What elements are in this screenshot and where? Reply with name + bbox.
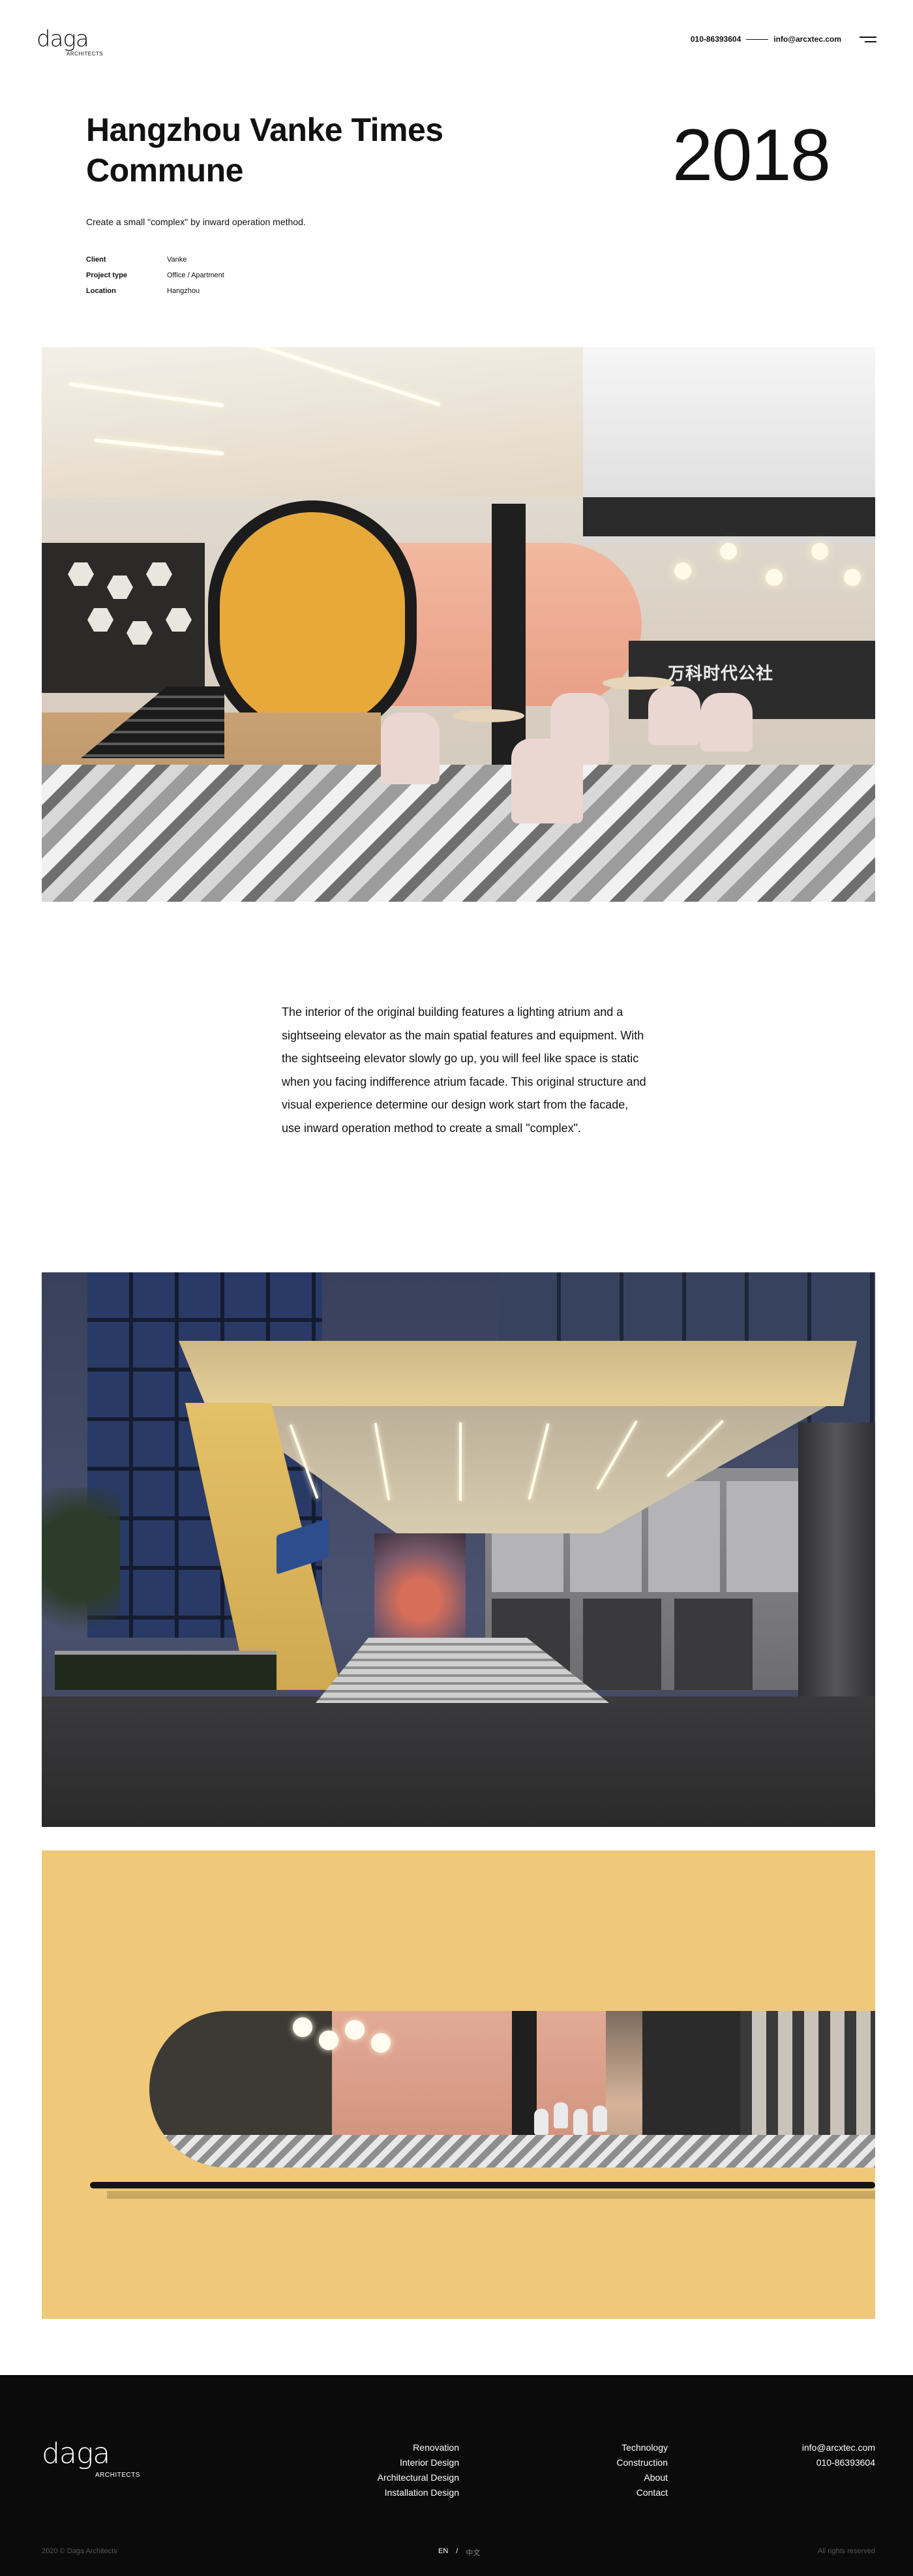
asphalt-ground [42,1696,875,1827]
meta-row-client: Client Vanke [86,252,224,268]
header-contact: 010-86393604 info@arcxtec.com [691,35,841,44]
pendant-lamp [720,543,737,560]
meta-row-location: Location Hangzhou [86,283,224,299]
lang-separator: / [456,2547,458,2555]
armchair [648,686,700,745]
menu-line [860,37,876,38]
footer-link-construction[interactable]: Construction [616,2455,668,2470]
entrance-doorway [374,1533,466,1644]
meta-row-type: Project type Office / Apartment [86,268,224,283]
capsule-window [149,2011,875,2168]
meta-key: Location [86,287,116,295]
pendant-lamp [674,562,691,579]
yellow-wall-photo [42,1850,875,2319]
site-footer: daga ARCHITECTS Renovation Interior Desi… [0,2375,913,2576]
footer-link-contact[interactable]: Contact [616,2485,668,2500]
armchair [700,693,753,752]
atrium-railing [583,497,875,536]
language-switcher: EN / 中文 [438,2547,480,2558]
footer-services-nav: Renovation Interior Design Architectural… [378,2440,459,2500]
footer-link-technology[interactable]: Technology [616,2440,668,2455]
chevron-floor [42,765,875,902]
meta-key: Project type [86,271,127,279]
interior-floor [149,2135,875,2168]
footer-email[interactable]: info@arcxtec.com [802,2440,875,2455]
seated-person [554,2102,568,2128]
project-title: Hangzhou Vanke Times Commune [86,112,443,189]
site-header: daga ARCHITECTS 010-86393604 info@arcxte… [0,0,913,85]
footer-contact: info@arcxtec.com 010-86393604 [802,2440,875,2470]
globe-lamp [293,2017,312,2037]
meta-value: Office / Apartment [167,271,224,279]
dark-column [798,1422,875,1736]
led-strip [459,1422,462,1501]
footer-copyright: 2020 © Daga Architects [42,2547,117,2555]
armchair [550,693,609,765]
gold-canopy [179,1341,857,1406]
project-meta: Client Vanke Project type Office / Apart… [86,252,224,299]
footer-logo-wordmark: daga [42,2437,110,2470]
header-phone[interactable]: 010-86393604 [691,35,741,44]
pendant-lamp [766,569,783,586]
meta-value: Vanke [167,256,187,264]
project-description: The interior of the original building fe… [282,1005,646,1135]
lang-en[interactable]: EN [438,2547,448,2558]
armchair [381,713,440,784]
dark-panel [583,1599,661,1690]
globe-lamp [345,2020,365,2040]
interior-photo: 万科时代公社 [42,347,875,902]
footer-link-architectural-design[interactable]: Architectural Design [378,2470,459,2485]
globe-lamp [371,2033,391,2053]
header-email[interactable]: info@arcxtec.com [773,35,841,44]
dark-panel [674,1599,753,1690]
globe-lamp [319,2031,338,2050]
reception-sign: 万科时代公社 [668,664,774,683]
black-handrail [90,2182,875,2188]
contact-divider [746,38,769,40]
planter [55,1651,277,1690]
footer-link-renovation[interactable]: Renovation [378,2440,459,2455]
meta-value: Hangzhou [167,287,200,295]
wall-panel [726,1481,798,1592]
yellow-capsule-structure [208,500,417,742]
round-table [453,709,524,722]
menu-line [865,41,876,42]
pendant-lamp [844,569,861,586]
meta-key: Client [86,256,106,264]
project-year: 2018 [672,114,831,196]
project-tagline: Create a small "complex" by inward opera… [86,217,306,227]
handrail-shadow [107,2191,875,2199]
footer-logo-subtitle: ARCHITECTS [95,2472,140,2479]
footer-rights: All rights reserved [817,2547,875,2555]
footer-link-about[interactable]: About [616,2470,668,2485]
footer-link-installation-design[interactable]: Installation Design [378,2485,459,2500]
logo-subtitle: ARCHITECTS [67,51,104,57]
tree-silhouette [42,1488,120,1657]
pendant-lamp [811,543,828,560]
seated-person [534,2109,548,2135]
seated-person [593,2106,607,2132]
footer-phone[interactable]: 010-86393604 [802,2455,875,2470]
logo-wordmark: daga [37,26,89,52]
hamburger-icon[interactable] [860,35,876,44]
footer-link-interior-design[interactable]: Interior Design [378,2455,459,2470]
seated-person [573,2109,588,2135]
lang-cn[interactable]: 中文 [466,2547,480,2558]
exterior-photo [42,1272,875,1827]
site-logo[interactable]: daga ARCHITECTS [37,26,108,59]
footer-logo[interactable]: daga ARCHITECTS [42,2437,140,2479]
footer-company-nav: Technology Construction About Contact [616,2440,668,2500]
